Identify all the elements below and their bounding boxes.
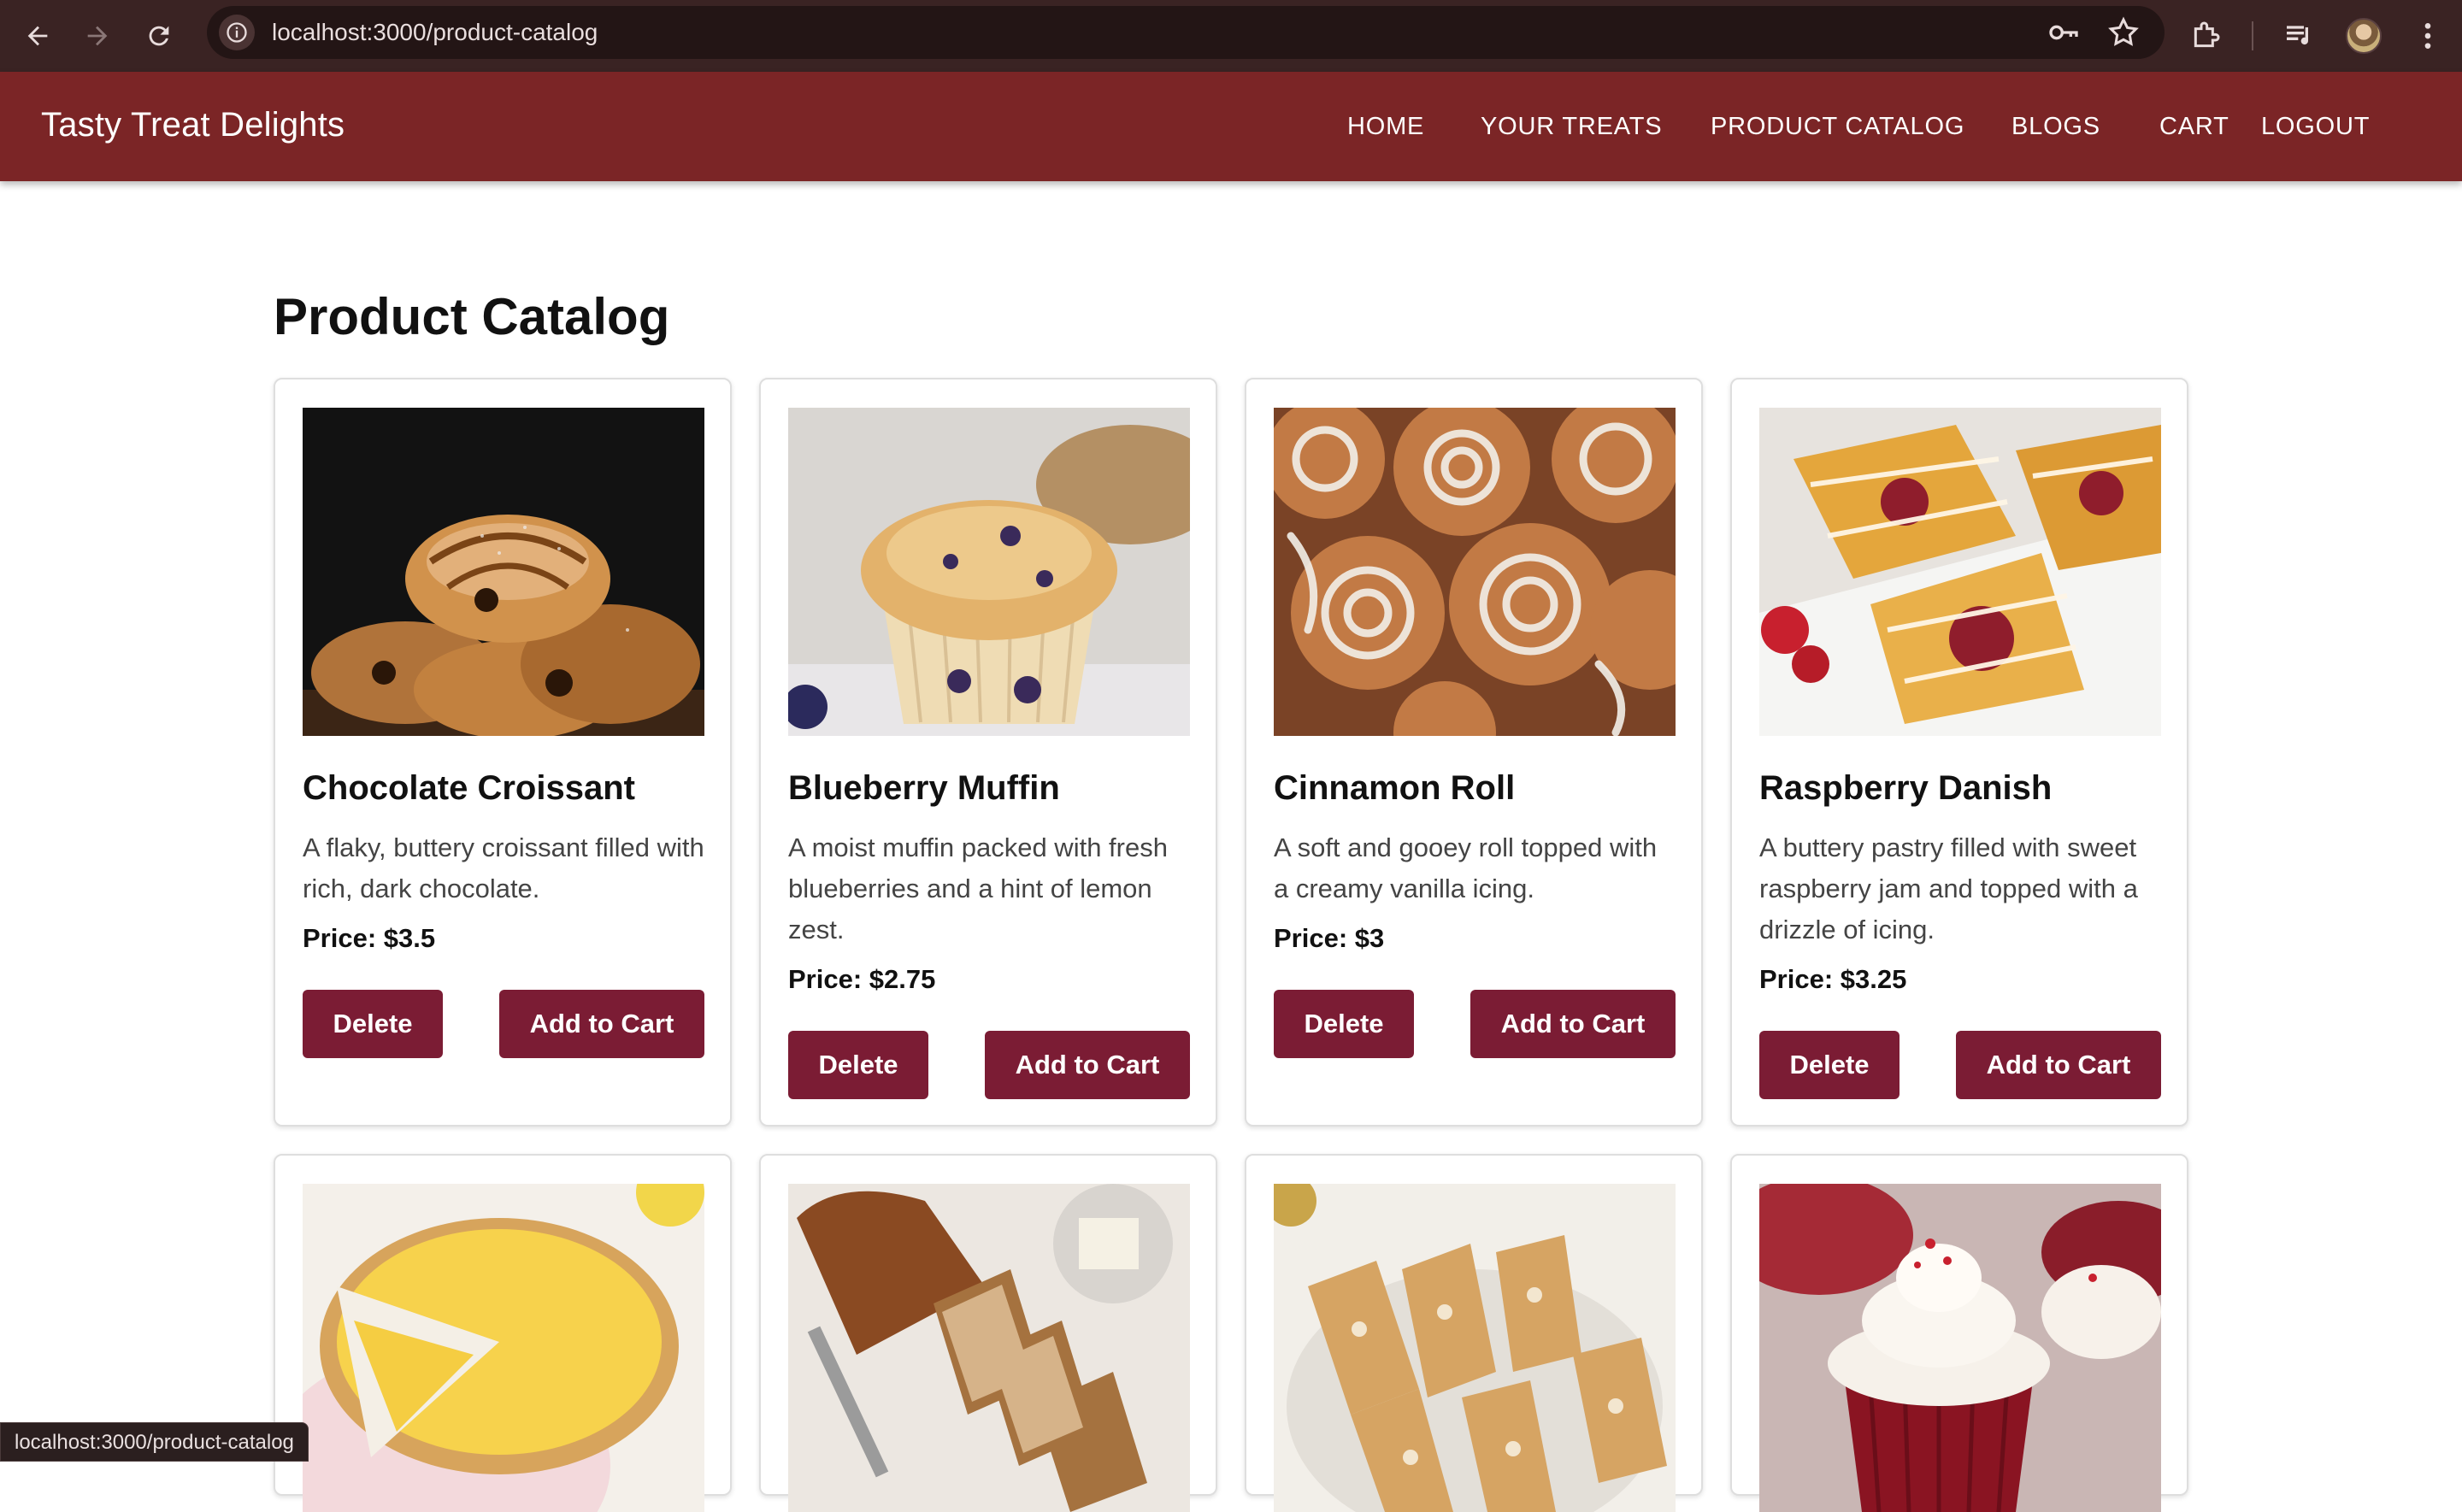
lemon-tart-photo <box>303 1184 704 1512</box>
danish-photo <box>1759 408 2161 736</box>
delete-button[interactable]: Delete <box>303 990 443 1058</box>
product-price: Price: $3.5 <box>303 923 436 953</box>
nav-logout[interactable]: LOGOUT <box>2261 113 2370 141</box>
password-key-icon[interactable] <box>2047 15 2081 50</box>
delete-button[interactable]: Delete <box>788 1031 928 1099</box>
product-name: Raspberry Danish <box>1759 769 2053 807</box>
reload-icon <box>149 26 169 46</box>
reload-button[interactable] <box>135 12 183 60</box>
delete-button[interactable]: Delete <box>1274 990 1414 1058</box>
product-description: A soft and gooey roll topped with a crea… <box>1274 832 1658 903</box>
biscotti-photo <box>1274 1184 1676 1512</box>
product-card: Chocolate Croissant A flaky, buttery cro… <box>274 378 732 1127</box>
red-velvet-cupcake-photo <box>1759 1184 2161 1512</box>
toolbar-separator <box>2252 21 2253 50</box>
product-name: Cinnamon Roll <box>1274 769 1516 807</box>
product-name: Chocolate Croissant <box>303 769 635 807</box>
product-price: Price: $2.75 <box>788 964 936 994</box>
croissant-photo <box>303 408 704 736</box>
link-status-bar: localhost:3000/product-catalog <box>0 1422 309 1462</box>
url-text[interactable]: localhost:3000/product-catalog <box>272 19 598 46</box>
extensions-puzzle-icon[interactable] <box>2188 19 2223 53</box>
product-description: A buttery pastry filled with sweet raspb… <box>1759 832 2138 944</box>
page-title: Product Catalog <box>274 288 670 345</box>
browser-toolbar: localhost:3000/product-catalog <box>0 0 2462 72</box>
nav-home[interactable]: HOME <box>1347 113 1424 141</box>
back-button[interactable] <box>14 12 62 60</box>
brand-logo-text[interactable]: Tasty Treat Delights <box>41 106 345 144</box>
product-price: Price: $3.25 <box>1759 964 1907 994</box>
back-arrow-icon <box>27 26 48 46</box>
add-to-cart-button[interactable]: Add to Cart <box>1470 990 1676 1058</box>
nav-product-catalog[interactable]: PRODUCT CATALOG <box>1711 113 1964 141</box>
menu-kebab-icon[interactable] <box>2411 19 2445 53</box>
media-queue-icon[interactable] <box>2282 19 2317 53</box>
product-description: A flaky, buttery croissant filled with r… <box>303 832 704 903</box>
bookmark-star-icon[interactable] <box>2106 15 2141 50</box>
product-card <box>1730 1154 2188 1512</box>
forward-button[interactable] <box>74 12 121 60</box>
product-card: Cinnamon Roll A soft and gooey roll topp… <box>1245 378 1703 1127</box>
add-to-cart-button[interactable]: Add to Cart <box>499 990 704 1058</box>
site-header: Tasty Treat Delights HOME YOUR TREATS PR… <box>0 72 2462 181</box>
product-price: Price: $3 <box>1274 923 1385 953</box>
nav-blogs[interactable]: BLOGS <box>2011 113 2100 141</box>
cinnamon-roll-photo <box>1274 408 1676 736</box>
product-card <box>274 1154 732 1512</box>
banana-bread-photo <box>788 1184 1190 1512</box>
muffin-photo <box>788 408 1190 736</box>
profile-avatar[interactable] <box>2346 18 2382 54</box>
product-name: Blueberry Muffin <box>788 769 1060 807</box>
forward-arrow-icon <box>87 26 108 46</box>
nav-cart[interactable]: CART <box>2159 113 2229 141</box>
product-description: A moist muffin packed with fresh blueber… <box>788 832 1168 944</box>
product-card <box>759 1154 1217 1512</box>
delete-button[interactable]: Delete <box>1759 1031 1900 1099</box>
add-to-cart-button[interactable]: Add to Cart <box>1956 1031 2161 1099</box>
product-card: Blueberry Muffin A moist muffin packed w… <box>759 378 1217 1127</box>
address-bar[interactable]: localhost:3000/product-catalog <box>207 6 2165 59</box>
product-card <box>1245 1154 1703 1512</box>
product-card: Raspberry Danish A buttery pastry filled… <box>1730 378 2188 1127</box>
site-info-icon[interactable] <box>219 15 255 50</box>
add-to-cart-button[interactable]: Add to Cart <box>985 1031 1190 1099</box>
nav-your-treats[interactable]: YOUR TREATS <box>1481 113 1662 141</box>
